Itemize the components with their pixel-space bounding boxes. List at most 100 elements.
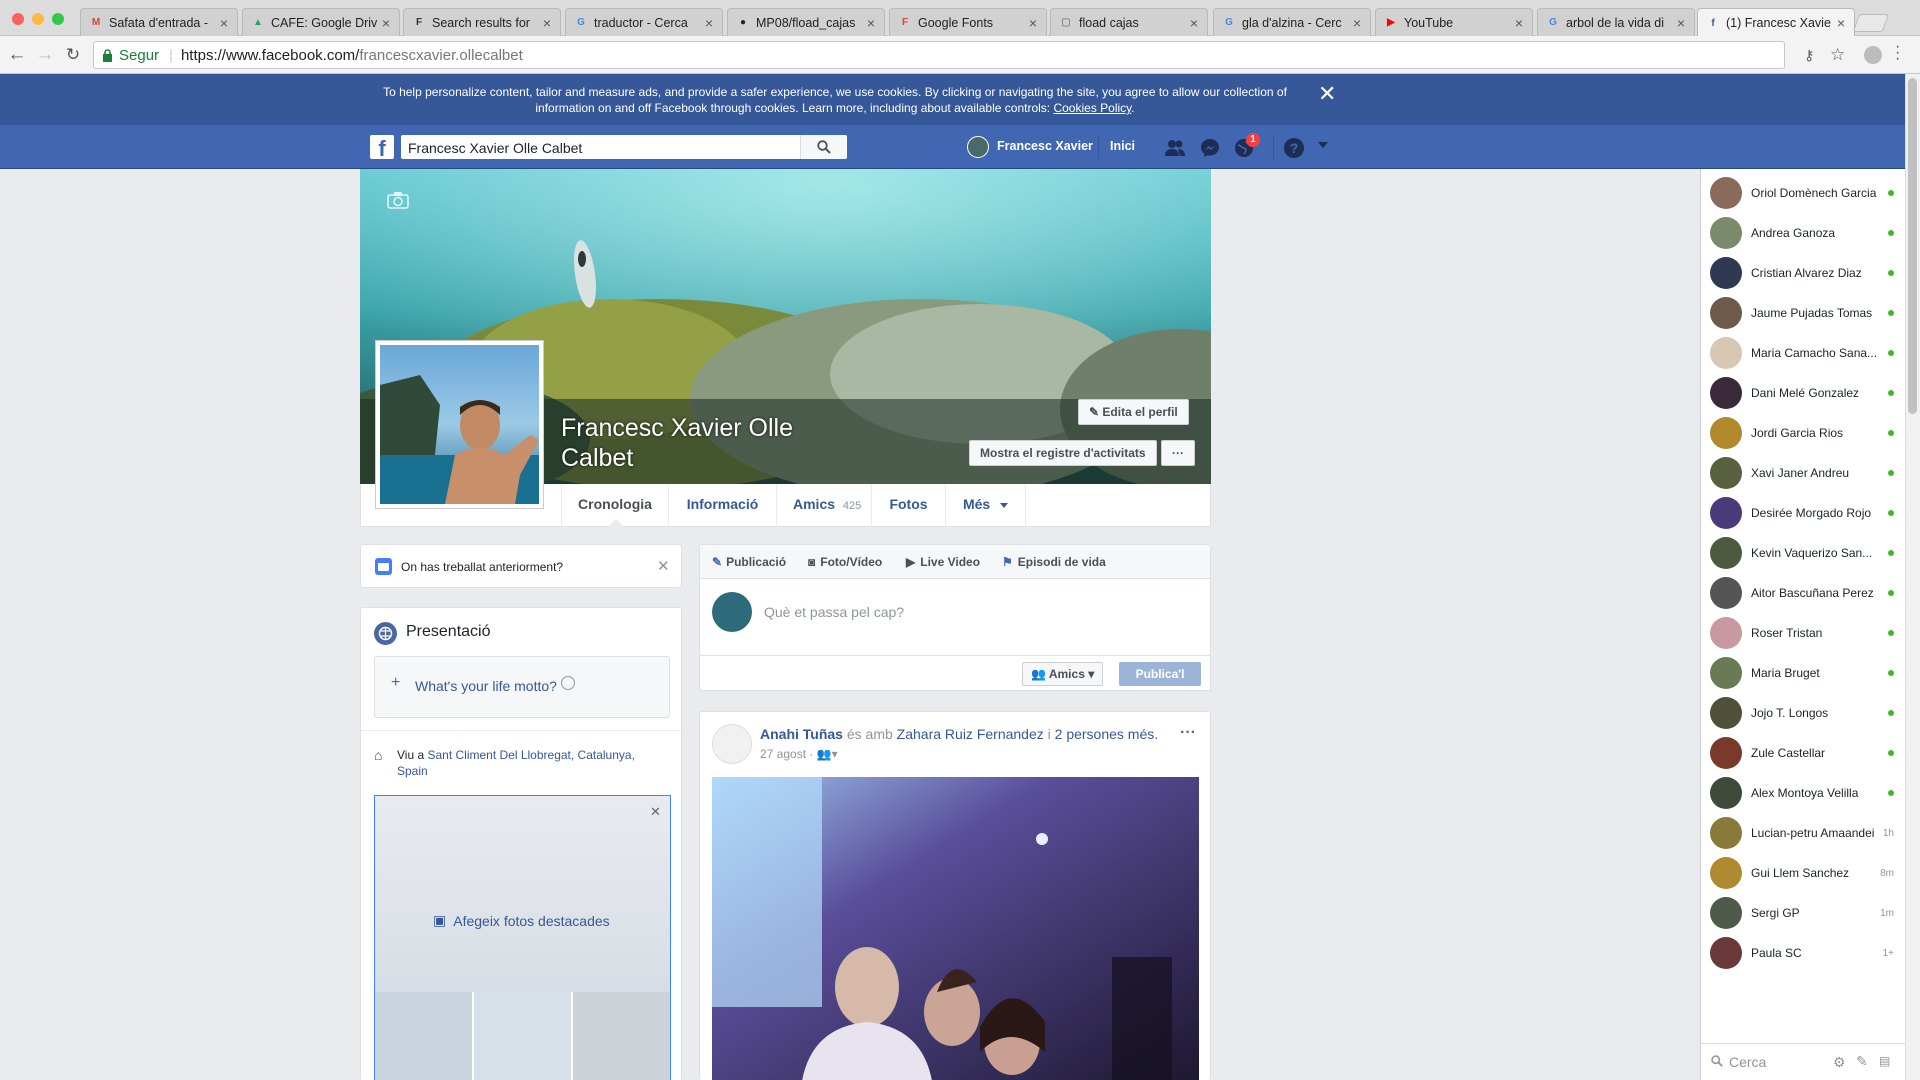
user-name-link[interactable]: Francesc Xavier [997, 139, 1093, 153]
composer-tab-photo[interactable]: ◙ Foto/Vídeo [808, 555, 882, 569]
chat-contact[interactable]: Gui Llem Sanchez 8m [1701, 853, 1906, 893]
close-tab-icon[interactable]: × [1674, 15, 1688, 31]
lives-in-link[interactable]: Sant Climent Del Llobregat, Catalunya, S… [397, 748, 635, 778]
new-tab-button[interactable] [1852, 14, 1890, 32]
key-icon[interactable]: ⚷ [1804, 47, 1814, 64]
chat-contact[interactable]: Jojo T. Longos [1701, 693, 1906, 733]
close-tab-icon[interactable]: × [1350, 15, 1364, 31]
composer-tab-post[interactable]: ✎ Publicació [712, 555, 786, 569]
activity-log-button[interactable]: Mostra el registre d'activitats [969, 440, 1157, 466]
chat-search[interactable]: Cerca ⚙ ✎ ▤ [1701, 1043, 1906, 1080]
close-tab-icon[interactable]: × [702, 15, 716, 31]
address-bar[interactable]: Segur | https://www.facebook.com/frances… [93, 41, 1785, 69]
chat-contact[interactable]: Paula SC 1+ [1701, 933, 1906, 973]
camera-icon[interactable] [387, 191, 409, 214]
bookmark-star-icon[interactable]: ☆ [1830, 45, 1845, 65]
browser-tab[interactable]: ● MP08/fload_cajas × [727, 8, 885, 36]
browser-tab[interactable]: ▢ fload cajas × [1050, 8, 1208, 36]
chat-contact[interactable]: Maria Bruget [1701, 653, 1906, 693]
post-options-icon[interactable]: ··· [1180, 724, 1196, 742]
close-tab-icon[interactable]: × [1187, 15, 1201, 31]
close-window-button[interactable] [12, 13, 24, 25]
profile-picture[interactable] [375, 340, 544, 509]
close-tab-icon[interactable]: × [1026, 15, 1040, 31]
post-date[interactable]: 27 agost [760, 747, 806, 761]
menu-dots-icon[interactable]: · · · [1895, 39, 1900, 67]
more-options-button[interactable]: ··· [1161, 440, 1195, 466]
tagged-person-link[interactable]: Zahara Ruiz Fernandez [897, 726, 1044, 742]
zoom-window-button[interactable] [52, 13, 64, 25]
group-icon[interactable]: ▤ [1879, 1054, 1890, 1068]
browser-tab[interactable]: F Search results for × [403, 8, 561, 36]
chat-search-input[interactable]: Cerca [1729, 1054, 1766, 1070]
facebook-search-input[interactable]: Francesc Xavier Olle Calbet [401, 135, 847, 159]
close-tab-icon[interactable]: × [379, 15, 393, 31]
audience-selector[interactable]: 👥 Amics ▾ [1022, 662, 1104, 686]
audience-icon[interactable]: 👥▾ [817, 747, 838, 761]
account-menu-caret-icon[interactable] [1318, 142, 1328, 148]
featured-photos-box[interactable]: ✕ ▣ Afegeix fotos destacades [374, 795, 671, 1080]
messenger-icon[interactable] [1198, 136, 1222, 160]
friend-requests-icon[interactable] [1163, 136, 1187, 160]
chat-contact[interactable]: Aitor Bascuñana Perez [1701, 573, 1906, 613]
life-motto-link[interactable]: What's your life motto? [415, 678, 557, 694]
post-author-link[interactable]: Anahi Tuñas [760, 726, 843, 742]
composer-tab-life-event[interactable]: ⚑ Episodi de vida [1002, 555, 1106, 569]
reload-icon[interactable]: ↻ [62, 44, 84, 66]
scrollbar-thumb[interactable] [1908, 78, 1917, 414]
chat-contact[interactable]: Zule Castellar [1701, 733, 1906, 773]
tab-about[interactable]: Informació [669, 484, 777, 527]
close-cookie-icon[interactable]: ✕ [1318, 83, 1336, 105]
browser-tab[interactable]: f (1) Francesc Xavie × [1697, 8, 1855, 37]
chat-contact[interactable]: Lucian-petru Amaandei 1h [1701, 813, 1906, 853]
close-tab-icon[interactable]: × [864, 15, 878, 31]
close-featured-icon[interactable]: ✕ [650, 804, 661, 820]
browser-tab[interactable]: F Google Fonts × [889, 8, 1047, 36]
add-featured-photos-link[interactable]: ▣ Afegeix fotos destacades [433, 912, 610, 929]
minimize-window-button[interactable] [32, 13, 44, 25]
settings-gear-icon[interactable]: ⚙ [1833, 1054, 1846, 1071]
browser-tab[interactable]: Ggla d'alzina - Cerc × [1213, 8, 1371, 36]
help-icon[interactable]: ? [1282, 136, 1306, 160]
search-icon[interactable] [800, 135, 846, 159]
tab-photos[interactable]: Fotos [872, 484, 946, 527]
browser-tab[interactable]: ▶ YouTube × [1375, 8, 1533, 36]
work-prompt-text[interactable]: On has treballat anteriorment? [401, 560, 563, 574]
edit-profile-button[interactable]: ✎ Edita el perfil [1078, 399, 1189, 425]
user-avatar[interactable] [967, 136, 989, 158]
forward-icon[interactable]: → [34, 44, 56, 66]
browser-tab[interactable]: M Safata d'entrada - × [80, 8, 238, 36]
close-tab-icon[interactable]: × [540, 15, 554, 31]
compose-icon[interactable]: ✎ [1856, 1053, 1868, 1070]
browser-tab[interactable]: Gtraductor - Cerca × [565, 8, 723, 36]
chat-contact[interactable]: Jaume Pujadas Tomas [1701, 293, 1906, 333]
browser-tab[interactable]: ▲ CAFE: Google Driv × [242, 8, 400, 36]
composer-input[interactable]: Què et passa pel cap? [764, 604, 904, 620]
close-tab-icon[interactable]: × [1834, 15, 1848, 31]
composer-tab-live[interactable]: ▶ Live Video [906, 555, 980, 569]
chat-contact[interactable]: Alex Montoya Velilla [1701, 773, 1906, 813]
browser-tab[interactable]: Garbol de la vida di × [1537, 8, 1695, 36]
life-motto-box[interactable]: + What's your life motto? [374, 656, 670, 718]
close-tab-icon[interactable]: × [1512, 15, 1526, 31]
chat-contact[interactable]: Maria Camacho Sana... [1701, 333, 1906, 373]
home-link[interactable]: Inici [1110, 139, 1135, 153]
post-photo[interactable] [712, 777, 1199, 1080]
tab-friends[interactable]: Amics 425 [777, 484, 872, 527]
dismiss-icon[interactable]: ✕ [657, 557, 670, 575]
extension-icon[interactable] [1864, 46, 1882, 64]
publish-button[interactable]: Publica'l [1119, 662, 1201, 686]
chat-contact[interactable]: Cristian Alvarez Diaz [1701, 253, 1906, 293]
chat-contact[interactable]: Oriol Domènech Garcia [1701, 173, 1906, 213]
chat-contact[interactable]: Desirée Morgado Rojo [1701, 493, 1906, 533]
secure-indicator[interactable]: Segur [102, 47, 159, 64]
chat-contact[interactable]: Sergi GP 1m [1701, 893, 1906, 933]
others-link[interactable]: 2 persones més. [1055, 726, 1159, 742]
chat-contact[interactable]: Roser Tristan [1701, 613, 1906, 653]
chat-contact[interactable]: Kevin Vaquerizo San... [1701, 533, 1906, 573]
tab-more[interactable]: Més [946, 484, 1026, 527]
chat-contact[interactable]: Dani Melé Gonzalez [1701, 373, 1906, 413]
post-author-avatar[interactable] [712, 724, 752, 764]
chat-contact[interactable]: Xavi Janer Andreu [1701, 453, 1906, 493]
close-tab-icon[interactable]: × [217, 15, 231, 31]
